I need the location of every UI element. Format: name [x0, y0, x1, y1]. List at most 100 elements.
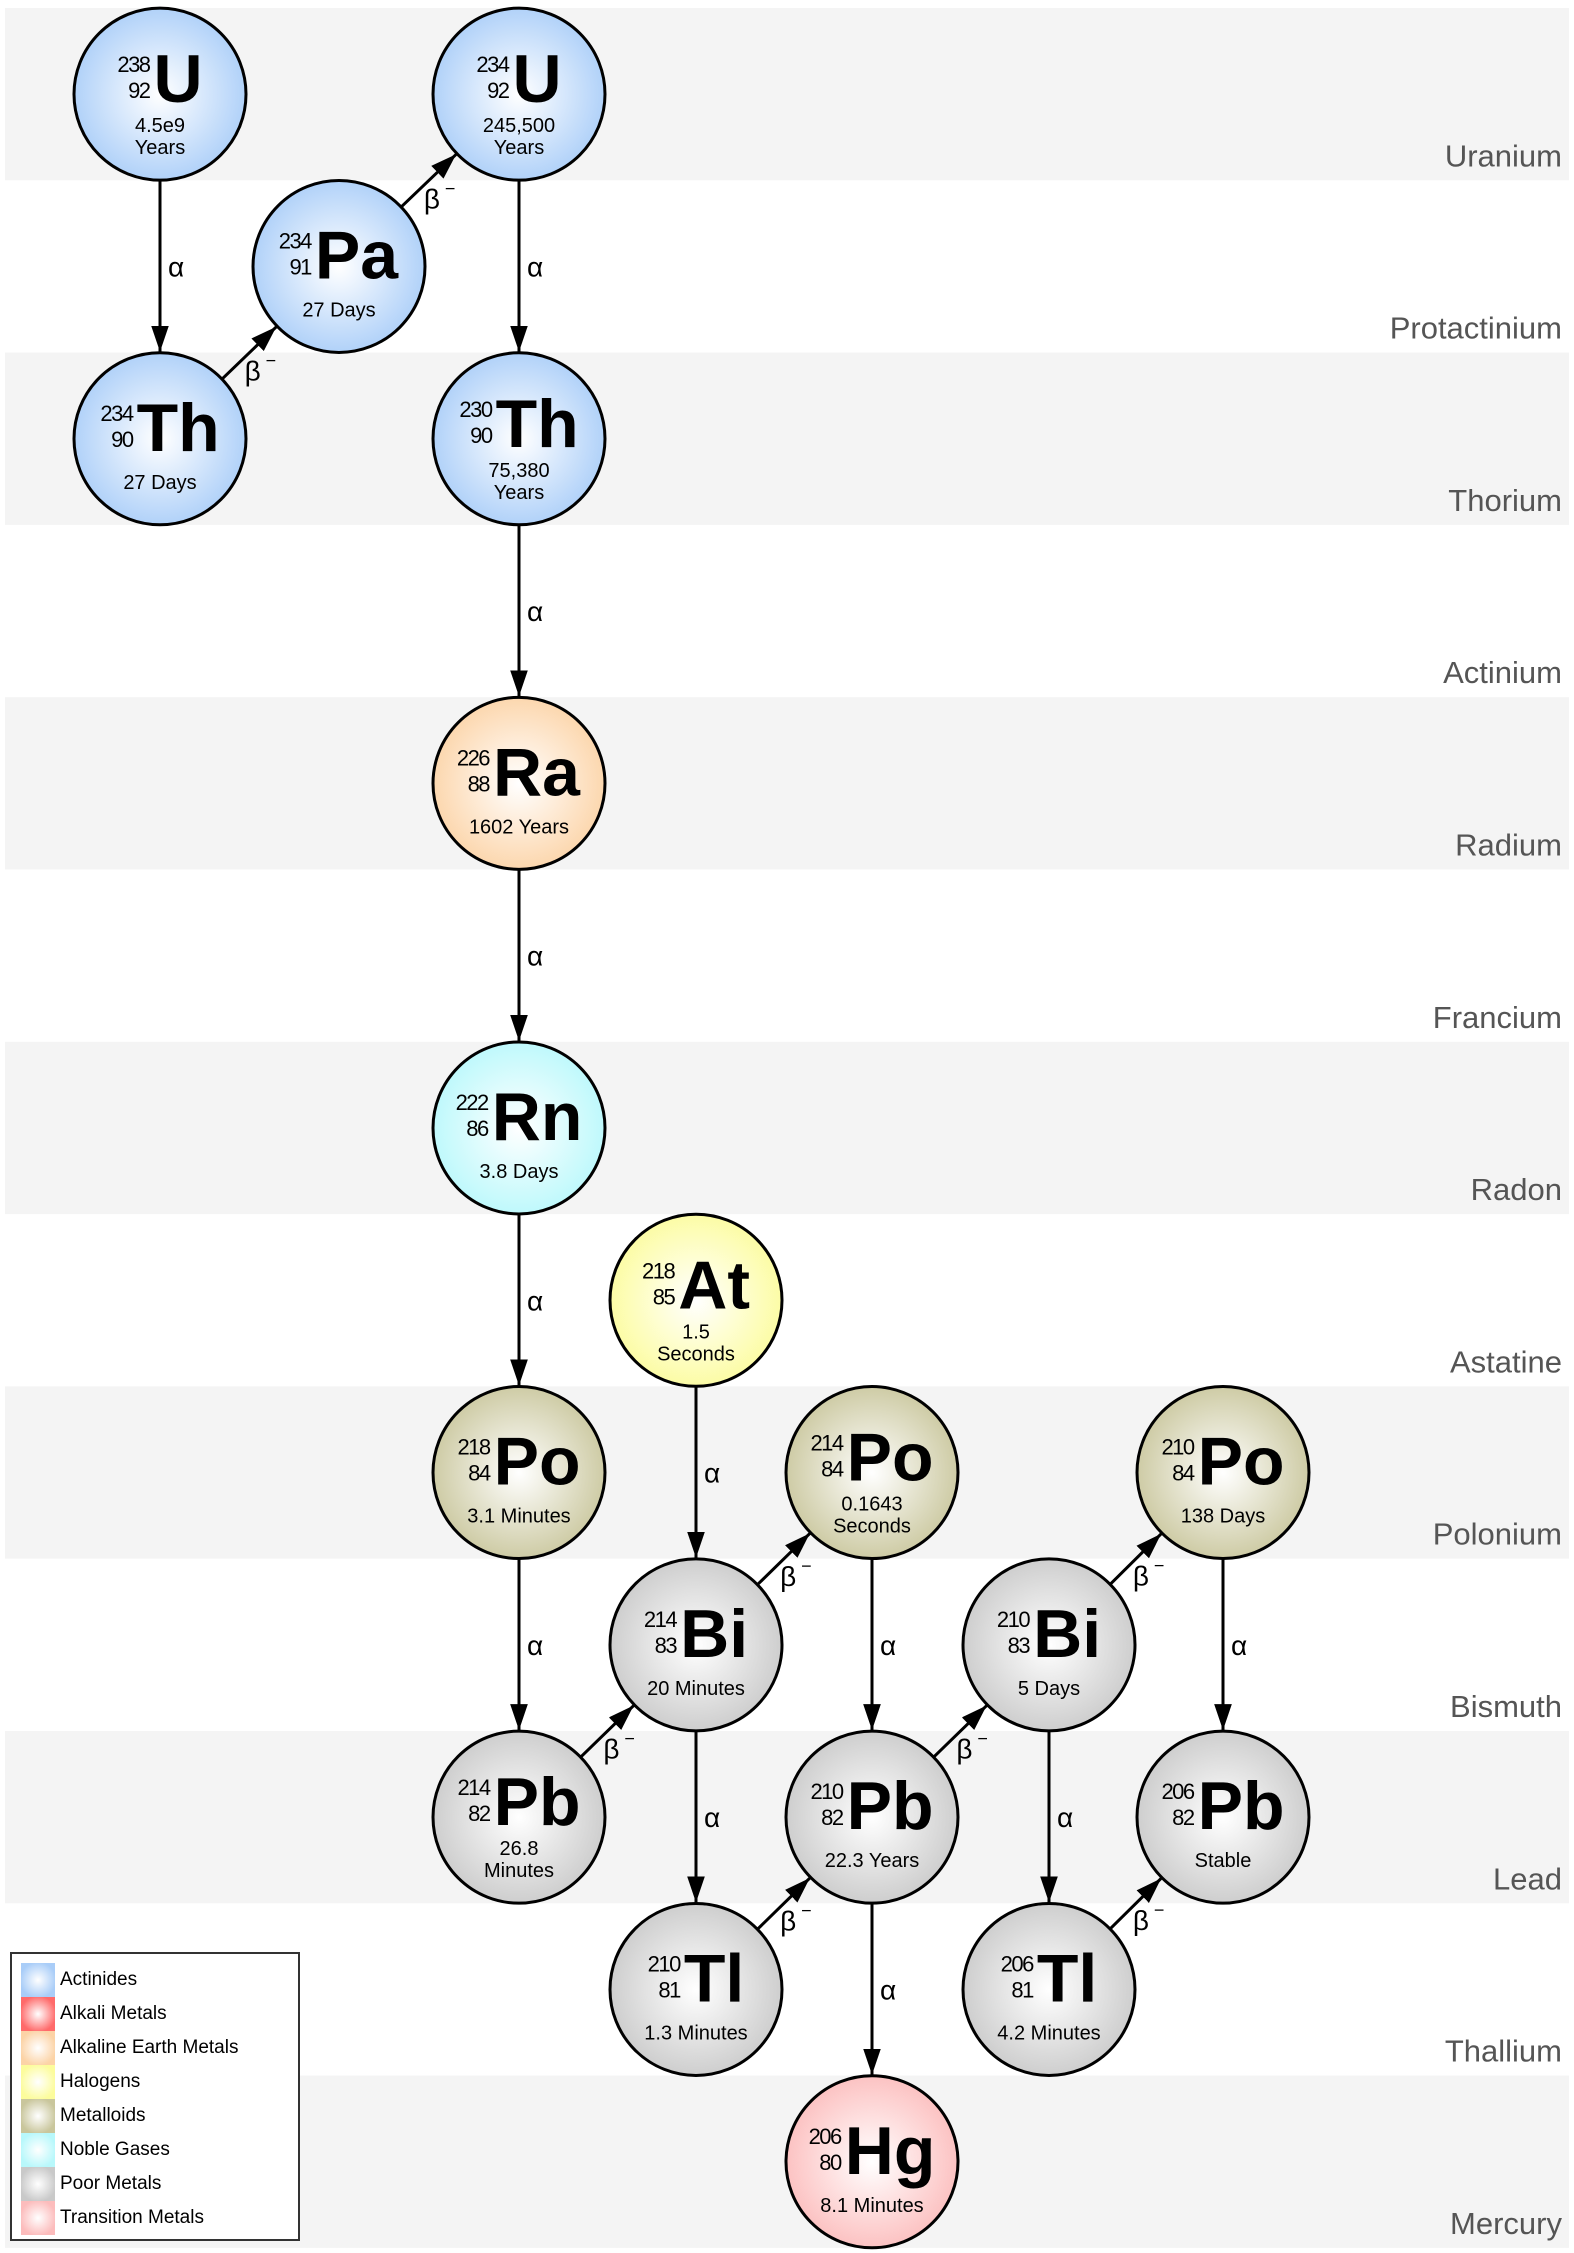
mass-number: 218	[642, 1258, 675, 1283]
band-thallium: Thallium	[1445, 2034, 1562, 2069]
mass-number: 214	[644, 1607, 677, 1632]
mass-number: 238	[117, 52, 150, 77]
band-label: Uranium	[1445, 138, 1562, 173]
half-life: 0.1643	[841, 1494, 902, 1516]
band-protactinium: Protactinium	[1390, 311, 1562, 346]
isotope-bi210: Bi21083 5 Days	[961, 1557, 1137, 1733]
element-symbol: Pb	[847, 1768, 934, 1844]
half-life: 26.8	[500, 1838, 539, 1860]
isotope-pb214: Pb21482 26.8Minutes	[431, 1729, 607, 1905]
band-radium: Radium	[5, 697, 1569, 870]
legend-item-transition: Transition Metals	[21, 2201, 298, 2235]
atomic-number: 86	[466, 1116, 489, 1141]
element-symbol: Po	[494, 1424, 581, 1500]
atomic-number: 81	[1011, 1977, 1034, 2002]
mass-number: 206	[809, 2124, 842, 2149]
half-life: 22.3 Years	[825, 1850, 920, 1872]
isotope-at218: At21885 1.5Seconds	[608, 1212, 784, 1388]
half-life: 4.2 Minutes	[997, 2022, 1100, 2044]
half-life: 1.5	[682, 1321, 710, 1343]
half-life: 3.8 Days	[480, 1161, 559, 1183]
isotope-rn222: Rn22286 3.8 Days	[431, 1040, 607, 1216]
decay-arrow-alpha: α	[510, 1559, 543, 1731]
alpha-label: α	[168, 251, 184, 282]
atomic-number: 85	[653, 1284, 676, 1309]
beta-label: β	[603, 1733, 619, 1764]
decay-arrow-alpha: α	[151, 181, 184, 352]
element-symbol: Bi	[680, 1596, 748, 1672]
legend-swatch	[21, 2031, 55, 2065]
decay-arrow-alpha: α	[510, 181, 543, 352]
beta-label: β	[1133, 1905, 1149, 1936]
mass-number: 234	[100, 401, 133, 426]
half-life: 8.1 Minutes	[820, 2195, 923, 2217]
legend-label: Halogens	[60, 2071, 141, 2092]
isotope-ra226: Ra22688 1602 Years	[431, 695, 607, 871]
half-life: 3.1 Minutes	[467, 1506, 570, 1528]
legend-label: Alkaline Earth Metals	[60, 2037, 239, 2058]
mass-number: 218	[457, 1435, 490, 1460]
band-label: Polonium	[1433, 1517, 1562, 1552]
isotope-po214: Po21484 0.1643Seconds	[784, 1385, 960, 1561]
half-life: 20 Minutes	[647, 1678, 745, 1700]
beta-label: β	[424, 183, 440, 214]
band-label: Actinium	[1443, 655, 1562, 690]
isotope-pb206: Pb20682Stable	[1135, 1729, 1311, 1905]
element-symbol: Bi	[1033, 1596, 1101, 1672]
band-label: Thorium	[1448, 483, 1562, 518]
legend-item-noble-gases: Noble Gases	[21, 2133, 298, 2167]
band-label: Francium	[1433, 1000, 1562, 1035]
isotope-pb210: Pb21082 22.3 Years	[784, 1729, 960, 1905]
element-symbol: Pb	[494, 1764, 581, 1840]
atomic-number: 90	[470, 423, 493, 448]
atomic-number: 90	[111, 427, 134, 452]
beta-label: β	[780, 1561, 796, 1592]
atomic-number: 82	[1172, 1805, 1195, 1830]
beta-label: β	[956, 1733, 972, 1764]
beta-minus-superscript: −	[1154, 1556, 1165, 1576]
half-life: Years	[494, 482, 544, 504]
legend-swatch	[21, 2065, 55, 2099]
beta-minus-superscript: −	[1154, 1900, 1165, 1920]
alpha-label: α	[1057, 1802, 1073, 1833]
half-life: 75,380	[488, 460, 549, 482]
isotope-tl206: Tl20681 4.2 Minutes	[961, 1901, 1137, 2077]
legend-swatch	[21, 2167, 55, 2201]
band-label: Mercury	[1450, 2206, 1562, 2241]
element-symbol: Th	[137, 390, 220, 466]
half-life: Seconds	[833, 1516, 911, 1538]
band-astatine: Astatine	[1450, 1344, 1562, 1379]
element-symbol: Pb	[1198, 1768, 1285, 1844]
band-label: Bismuth	[1450, 1689, 1562, 1724]
band-label: Radon	[1471, 1172, 1562, 1207]
band-background	[5, 1041, 1569, 1215]
legend-swatch	[21, 1997, 55, 2031]
isotope-th230: Th23090 75,380Years	[431, 351, 607, 527]
mass-number: 210	[1161, 1435, 1194, 1460]
half-life: 27 Days	[302, 299, 375, 321]
element-symbol: Rn	[492, 1079, 583, 1155]
alpha-label: α	[527, 1630, 543, 1661]
mass-number: 214	[457, 1775, 490, 1800]
legend-item-alkaline-earth: Alkaline Earth Metals	[21, 2031, 298, 2065]
atomic-number: 84	[821, 1457, 844, 1482]
mass-number: 210	[810, 1779, 843, 1804]
beta-minus-superscript: −	[801, 1901, 812, 1921]
legend-label: Noble Gases	[60, 2139, 170, 2160]
band-label: Astatine	[1450, 1344, 1562, 1379]
decay-arrow-alpha: α	[863, 1904, 896, 2075]
band-francium: Francium	[1433, 1000, 1562, 1035]
legend-label: Poor Metals	[60, 2173, 162, 2194]
isotope-po218: Po21884 3.1 Minutes	[431, 1385, 607, 1561]
atomic-number: 80	[819, 2150, 842, 2175]
atomic-number: 83	[1008, 1633, 1031, 1658]
element-symbol: Pa	[315, 217, 399, 293]
band-bismuth: Bismuth	[1450, 1689, 1562, 1724]
half-life: 5 Days	[1018, 1678, 1080, 1700]
isotope-u234: U23492 245,500Years	[431, 6, 607, 182]
alpha-label: α	[527, 251, 543, 282]
mass-number: 230	[459, 397, 492, 422]
element-symbol: At	[678, 1247, 750, 1323]
band-actinium: Actinium	[1443, 655, 1562, 690]
alpha-label: α	[880, 1630, 896, 1661]
